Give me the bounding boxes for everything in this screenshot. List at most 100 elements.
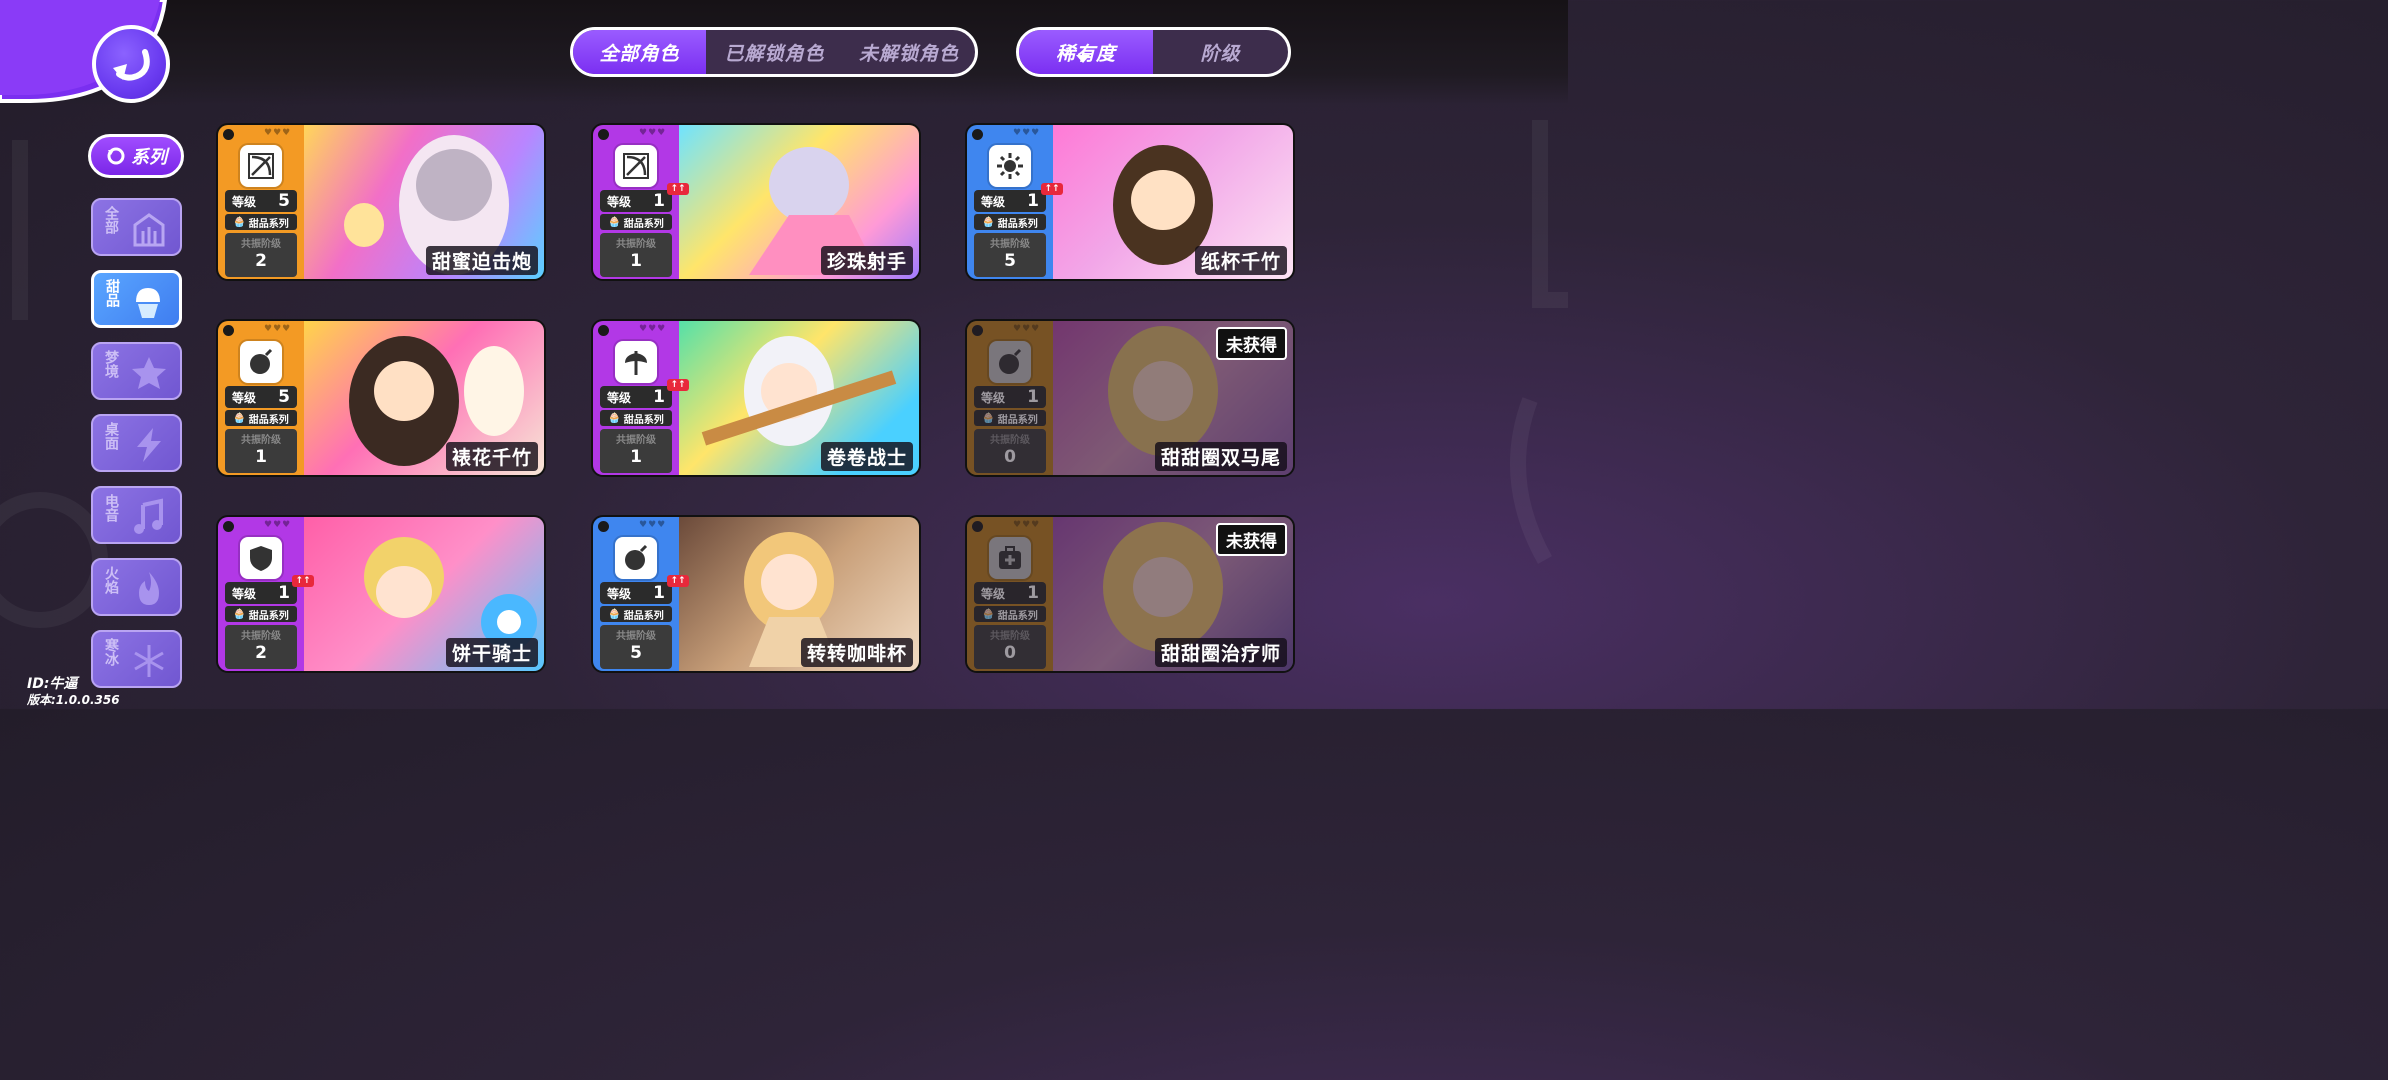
locked-badge: 未获得 bbox=[1216, 327, 1287, 360]
bow-icon bbox=[615, 145, 657, 187]
series-tag-label: 甜品系列 bbox=[623, 218, 664, 230]
card-resonance: 共振阶级 1 bbox=[600, 429, 672, 473]
resonance-value: 5 bbox=[630, 643, 642, 663]
series-item-label: 桌面 bbox=[103, 422, 119, 450]
series-item-label: 甜品 bbox=[104, 279, 120, 307]
character-card[interactable]: ♥♥♥ ↑↑ 等级 1 🧁 甜品系列 共振阶级 5 纸杯千竹 bbox=[965, 123, 1295, 281]
character-card[interactable]: ♥♥♥ ↑↑ 等级 1 🧁 甜品系列 共振阶级 2 饼干骑士 bbox=[216, 515, 546, 673]
character-name: 甜蜜迫击炮 bbox=[425, 246, 538, 275]
resonance-label: 共振阶级 bbox=[241, 631, 281, 642]
card-resonance: 共振阶级 5 bbox=[974, 233, 1046, 277]
card-series-tag: 🧁 甜品系列 bbox=[600, 606, 672, 622]
character-card[interactable]: ♥♥♥ 等级 1 🧁 甜品系列 共振阶级 0 未获得 甜甜圈治疗师 bbox=[965, 515, 1295, 673]
card-series-tag: 🧁 甜品系列 bbox=[974, 214, 1046, 230]
resonance-value: 1 bbox=[630, 447, 642, 467]
level-value: 5 bbox=[278, 387, 290, 407]
card-series-tag: 🧁 甜品系列 bbox=[225, 606, 297, 622]
card-resonance: 共振阶级 2 bbox=[225, 233, 297, 277]
series-header-button[interactable]: 系列 bbox=[88, 134, 184, 178]
card-dot bbox=[598, 325, 609, 336]
card-level: 等级 1 bbox=[974, 190, 1046, 212]
bow-icon bbox=[240, 145, 282, 187]
sort-chevron-down-icon bbox=[1076, 55, 1090, 63]
heart-icons: ♥♥♥ bbox=[639, 520, 667, 530]
series-tag-label: 甜品系列 bbox=[248, 218, 289, 230]
heart-icons: ♥♥♥ bbox=[639, 128, 667, 138]
card-resonance: 共振阶级 1 bbox=[600, 233, 672, 277]
character-card[interactable]: ♥♥♥ 等级 1 🧁 甜品系列 共振阶级 0 未获得 甜甜圈双马尾 bbox=[965, 319, 1295, 477]
character-card[interactable]: ♥♥♥ 等级 5 🧁 甜品系列 共振阶级 1 裱花千竹 bbox=[216, 319, 546, 477]
tab-locked-roles[interactable]: 未解锁角色 bbox=[843, 30, 975, 74]
series-item-electro[interactable]: 电音 bbox=[91, 486, 182, 544]
cupcake-icon: 🧁 bbox=[608, 412, 621, 424]
heart-icons: ♥♥♥ bbox=[264, 520, 292, 530]
level-label: 等级 bbox=[232, 194, 257, 209]
bomb-icon bbox=[240, 341, 282, 383]
character-name: 甜甜圈双马尾 bbox=[1154, 442, 1287, 471]
card-dot bbox=[598, 129, 609, 140]
character-name: 转转咖啡杯 bbox=[800, 638, 913, 667]
flame-icon bbox=[126, 566, 172, 612]
series-item-all[interactable]: 全部 bbox=[91, 198, 182, 256]
cupcake-icon: 🧁 bbox=[233, 216, 246, 228]
series-header-label: 系列 bbox=[131, 147, 167, 168]
card-series-tag: 🧁 甜品系列 bbox=[225, 214, 297, 230]
resonance-label: 共振阶级 bbox=[241, 239, 281, 250]
upgrade-badge: ↑↑ bbox=[667, 183, 689, 195]
level-value: 1 bbox=[653, 191, 665, 211]
resonance-value: 2 bbox=[255, 643, 267, 663]
resonance-label: 共振阶级 bbox=[616, 631, 656, 642]
resonance-value: 1 bbox=[630, 251, 642, 271]
character-card[interactable]: ♥♥♥ ↑↑ 等级 1 🧁 甜品系列 共振阶级 5 转转咖啡杯 bbox=[591, 515, 921, 673]
tab-sort-rank[interactable]: 阶级 bbox=[1153, 30, 1288, 74]
card-dot bbox=[223, 521, 234, 532]
level-label: 等级 bbox=[607, 390, 632, 405]
card-level: 等级 1 bbox=[600, 190, 672, 212]
tab-sort-rarity[interactable]: 稀有度 bbox=[1019, 30, 1153, 74]
resonance-value: 2 bbox=[255, 251, 267, 271]
snowflake-icon bbox=[126, 638, 172, 684]
back-button[interactable] bbox=[92, 25, 170, 103]
resonance-label: 共振阶级 bbox=[241, 435, 281, 446]
back-arrow-icon bbox=[113, 49, 150, 81]
heart-icons: ♥♥♥ bbox=[1013, 128, 1041, 138]
card-level: 等级 1 bbox=[600, 582, 672, 604]
character-name: 饼干骑士 bbox=[445, 638, 538, 667]
series-item-desktop[interactable]: 桌面 bbox=[91, 414, 182, 472]
upgrade-badge: ↑↑ bbox=[667, 575, 689, 587]
level-value: 5 bbox=[278, 191, 290, 211]
card-level: 等级 5 bbox=[225, 190, 297, 212]
series-item-dream[interactable]: 梦境 bbox=[91, 342, 182, 400]
character-card[interactable]: ♥♥♥ 等级 5 🧁 甜品系列 共振阶级 2 甜蜜迫击炮 bbox=[216, 123, 546, 281]
series-item-flame[interactable]: 火焰 bbox=[91, 558, 182, 616]
series-item-label: 全部 bbox=[103, 206, 119, 234]
card-dot bbox=[972, 129, 983, 140]
card-series-tag: 🧁 甜品系列 bbox=[225, 410, 297, 426]
series-tag-label: 甜品系列 bbox=[623, 610, 664, 622]
music-note-icon bbox=[126, 494, 172, 540]
character-card[interactable]: ♥♥♥ ↑↑ 等级 1 🧁 甜品系列 共振阶级 1 卷卷战士 bbox=[591, 319, 921, 477]
card-series-tag: 🧁 甜品系列 bbox=[600, 410, 672, 426]
sun-gear-icon bbox=[989, 145, 1031, 187]
card-level: 等级 1 bbox=[225, 582, 297, 604]
series-tag-label: 甜品系列 bbox=[997, 218, 1038, 230]
level-label: 等级 bbox=[232, 390, 257, 405]
series-item-dessert[interactable]: 甜品 bbox=[91, 270, 182, 328]
player-info: ID:牛逼 版本:1.0.0.356 bbox=[27, 676, 120, 708]
card-resonance: 共振阶级 5 bbox=[600, 625, 672, 669]
series-item-label: 梦境 bbox=[103, 350, 119, 378]
cupcake-icon: 🧁 bbox=[608, 216, 621, 228]
level-label: 等级 bbox=[607, 586, 632, 601]
bomb-icon bbox=[615, 537, 657, 579]
resonance-label: 共振阶级 bbox=[616, 239, 656, 250]
character-card[interactable]: ♥♥♥ ↑↑ 等级 1 🧁 甜品系列 共振阶级 1 珍珠射手 bbox=[591, 123, 921, 281]
tab-unlocked-roles[interactable]: 已解锁角色 bbox=[706, 30, 843, 74]
heart-icons: ♥♥♥ bbox=[264, 128, 292, 138]
tab-all-roles[interactable]: 全部角色 bbox=[573, 30, 706, 74]
resonance-label: 共振阶级 bbox=[616, 435, 656, 446]
card-resonance: 共振阶级 1 bbox=[225, 429, 297, 473]
character-name: 卷卷战士 bbox=[820, 442, 913, 471]
card-dot bbox=[223, 325, 234, 336]
character-name: 珍珠射手 bbox=[820, 246, 913, 275]
upgrade-badge: ↑↑ bbox=[1041, 183, 1063, 195]
